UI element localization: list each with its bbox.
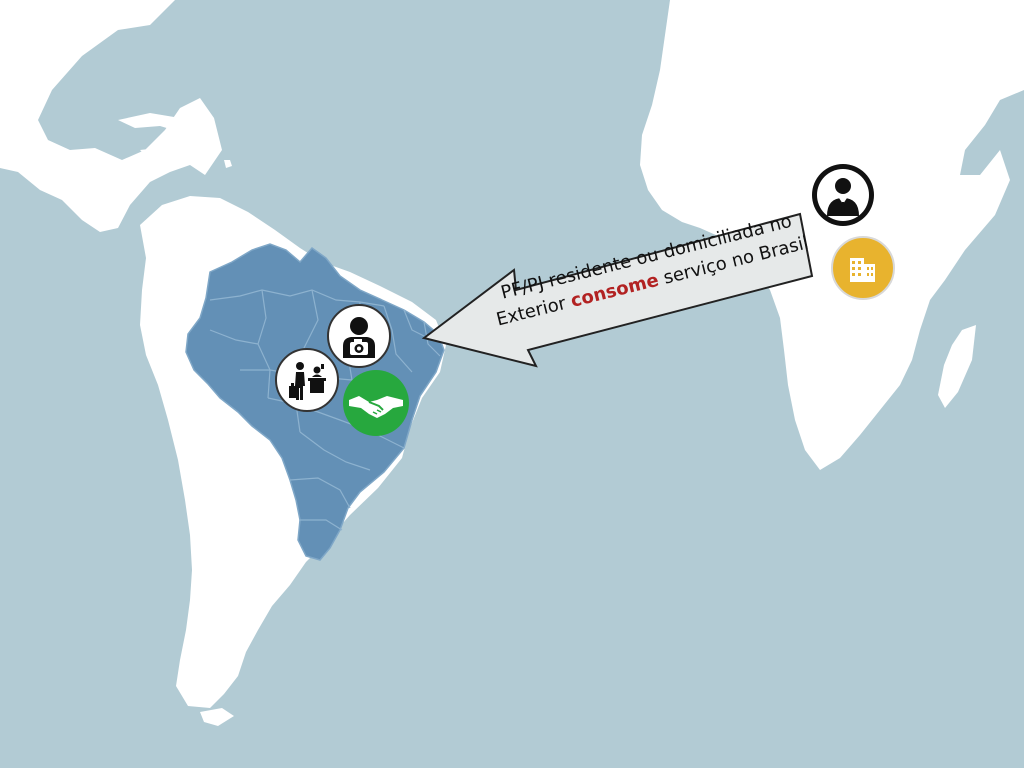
world-map: [0, 0, 1024, 768]
building-icon: [831, 236, 895, 300]
map-canvas: PF/PJ residente ou domiciliada no Exteri…: [0, 0, 1024, 768]
businessman-icon: [812, 164, 874, 226]
travel-check-in-icon: [275, 348, 339, 412]
photographer-icon: [327, 304, 391, 368]
handshake-icon: [343, 370, 409, 436]
